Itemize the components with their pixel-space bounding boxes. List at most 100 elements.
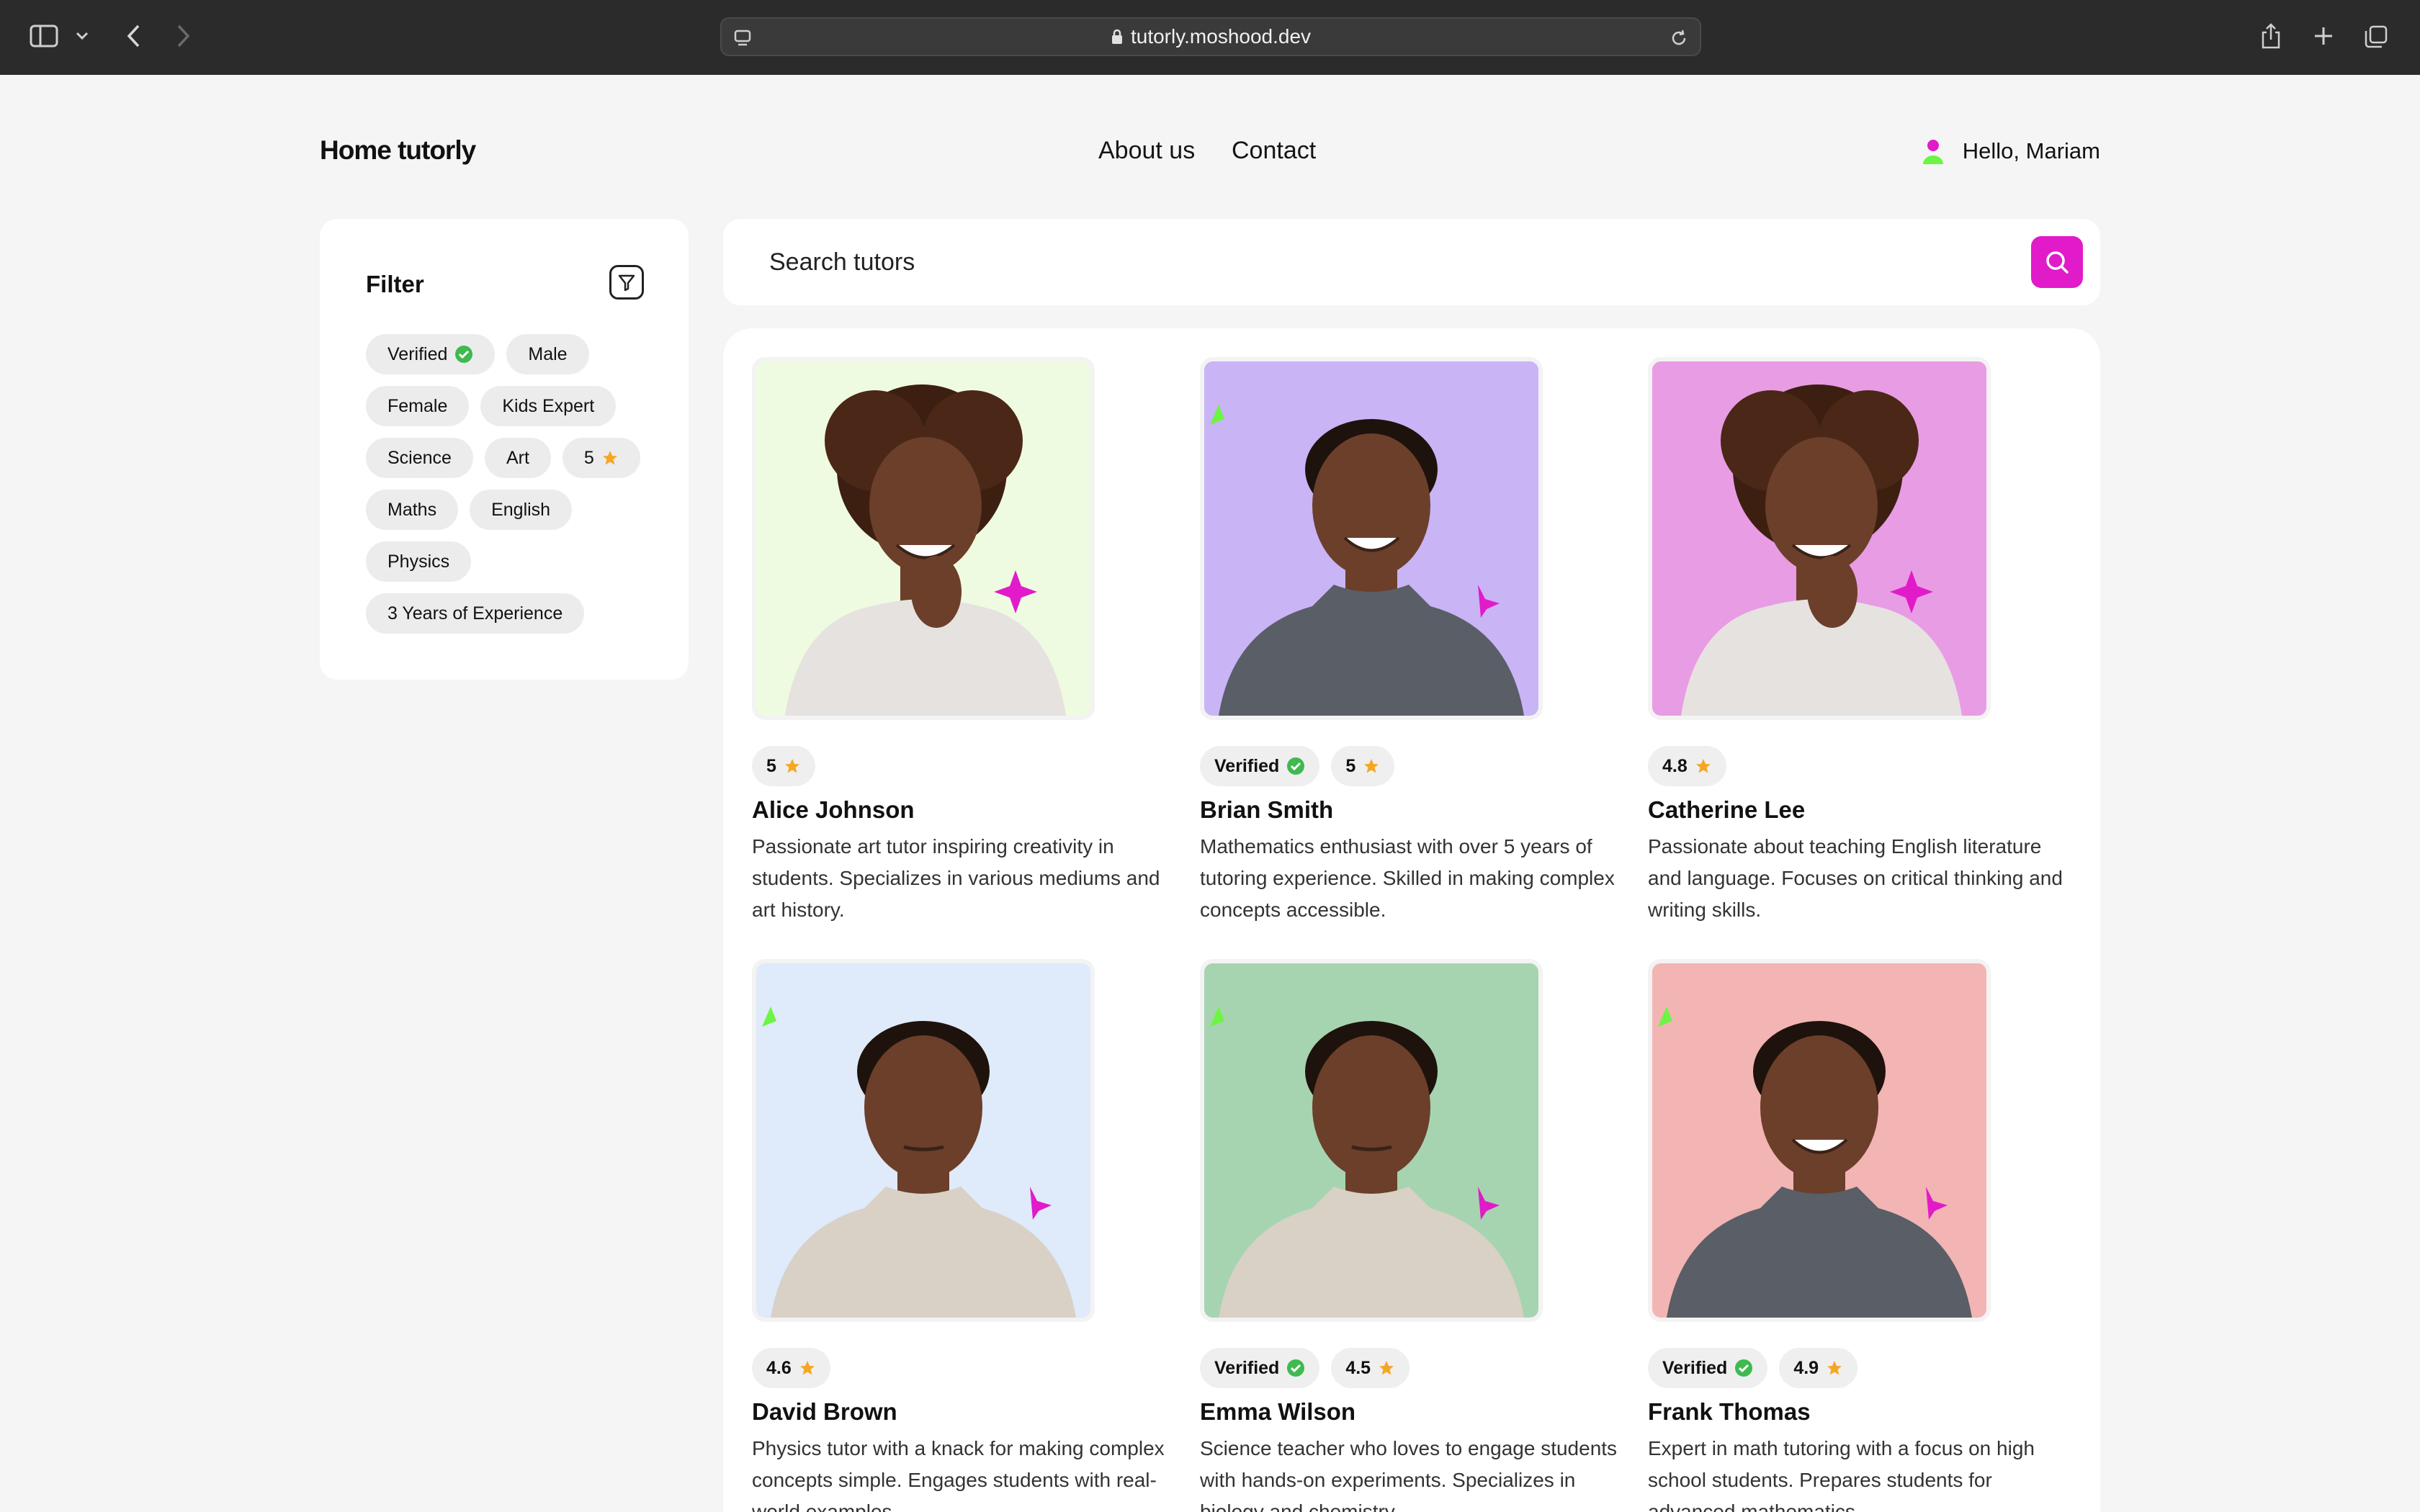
verified-check-icon: [1735, 1359, 1753, 1377]
tutor-portrait: [1658, 1007, 1972, 1318]
tutor-card[interactable]: 4.8 Catherine Lee Passionate about teachin…: [1648, 357, 2066, 926]
tutor-badges: Verified 4.5: [1200, 1348, 1618, 1388]
page-menu-icon[interactable]: [732, 27, 753, 49]
back-icon[interactable]: [121, 22, 145, 50]
tutor-description: Science teacher who loves to engage stud…: [1200, 1437, 1618, 1512]
tutor-name[interactable]: David Brown: [752, 1398, 1170, 1426]
tutor-badges: 4.8: [1648, 746, 2066, 786]
search-button[interactable]: [2031, 236, 2083, 288]
tutor-name[interactable]: Emma Wilson: [1200, 1398, 1618, 1426]
filter-chip-label: Kids Expert: [502, 395, 595, 416]
star-icon: [1695, 759, 1711, 773]
star-icon: [799, 1361, 815, 1375]
chevron-down-icon[interactable]: [72, 26, 92, 46]
filter-chip-label: English: [491, 499, 551, 520]
tutor-photo[interactable]: [1200, 357, 1543, 720]
rating-value: 4.8: [1662, 755, 1688, 776]
filter-chip-label: Science: [387, 447, 452, 468]
filter-icon[interactable]: [609, 265, 644, 300]
tutor-description: Expert in math tutoring with a focus on …: [1648, 1437, 2035, 1512]
tutor-portrait: [1210, 1007, 1524, 1318]
filter-chip[interactable]: English: [470, 490, 573, 530]
new-tab-icon[interactable]: [2311, 23, 2336, 49]
tutor-photo[interactable]: [1200, 959, 1543, 1322]
tutor-photo[interactable]: [1648, 357, 1991, 720]
tutor-photo[interactable]: [752, 357, 1095, 720]
share-icon[interactable]: [2259, 20, 2283, 52]
tab-overview-icon[interactable]: [2362, 23, 2390, 50]
user-greeting: Hello, Mariam: [1962, 138, 2100, 163]
rating-value: 4.9: [1793, 1357, 1819, 1378]
filter-chip[interactable]: Maths: [366, 490, 459, 530]
filter-chip[interactable]: Male: [506, 334, 589, 374]
tutor-name[interactable]: Frank Thomas: [1648, 1398, 2066, 1426]
rating-badge: 4.9: [1779, 1348, 1858, 1388]
verified-label: Verified: [1214, 755, 1280, 776]
filter-chip-label: 5: [583, 447, 594, 468]
tutor-name[interactable]: Brian Smith: [1200, 796, 1618, 824]
filter-chip[interactable]: 5: [562, 438, 640, 478]
filter-chip-label: Maths: [387, 499, 437, 520]
verified-badge: Verified: [1200, 1348, 1320, 1388]
verified-badge: Verified: [1200, 746, 1320, 786]
filter-chip-label: Female: [387, 395, 448, 416]
star-icon: [602, 451, 617, 465]
site-logo[interactable]: Home tutorly: [320, 135, 476, 166]
tutor-portrait: [1210, 405, 1524, 716]
rating-badge: 5: [752, 746, 815, 786]
filter-chip[interactable]: Verified: [366, 334, 496, 374]
tutor-card[interactable]: Verified 4.5 Emma Wilson Science teacher wh…: [1200, 959, 1618, 1512]
search-icon: [2046, 251, 2069, 274]
star-icon: [784, 759, 799, 773]
nav-contact[interactable]: Contact: [1232, 137, 1316, 165]
tutor-badges: Verified 5: [1200, 746, 1618, 786]
filter-chip-label: 3 Years of Experience: [387, 603, 563, 624]
tutor-badges: 5: [752, 746, 1170, 786]
search-input[interactable]: [769, 238, 1922, 287]
sidebar-toggle-icon[interactable]: [29, 23, 59, 49]
tutor-photo[interactable]: [752, 959, 1095, 1322]
search-bar: [723, 219, 2100, 305]
verified-check-icon: [455, 346, 473, 363]
forward-icon[interactable]: [171, 22, 196, 50]
user-menu[interactable]: Hello, Mariam: [1921, 137, 2100, 166]
user-avatar-icon: [1921, 137, 1945, 166]
tutor-results: 5 Alice Johnson Passionate art tutor inspi…: [723, 328, 2100, 1512]
tutor-photo[interactable]: [1648, 959, 1991, 1322]
filter-chip[interactable]: Kids Expert: [480, 386, 617, 426]
rating-value: 5: [1345, 755, 1356, 776]
reload-icon[interactable]: [1668, 27, 1690, 49]
tutor-badges: Verified 4.9: [1648, 1348, 2066, 1388]
star-icon: [1379, 1361, 1394, 1375]
lock-icon: [1111, 29, 1122, 44]
filter-chip[interactable]: Art: [484, 438, 551, 478]
tutor-card[interactable]: Verified 4.9 Frank Thomas Expert in math tu…: [1648, 959, 2066, 1512]
tutor-card[interactable]: 4.6 David Brown Physics tutor with a knack…: [752, 959, 1170, 1512]
filter-chip[interactable]: 3 Years of Experience: [366, 593, 585, 634]
star-icon: [1364, 759, 1379, 773]
rating-value: 4.6: [766, 1357, 792, 1378]
verified-badge: Verified: [1648, 1348, 1768, 1388]
address-bar[interactable]: tutorly.moshood.dev: [720, 17, 1701, 56]
tutor-badges: 4.6: [752, 1348, 1170, 1388]
tutor-name[interactable]: Alice Johnson: [752, 796, 1170, 824]
browser-toolbar: tutorly.moshood.dev: [0, 0, 2420, 75]
filter-chip[interactable]: Physics: [366, 541, 472, 582]
tutor-name[interactable]: Catherine Lee: [1648, 796, 2066, 824]
filter-chip-label: Male: [528, 343, 568, 364]
tutor-portrait: [785, 384, 1066, 716]
tutor-description: Passionate about teaching English litera…: [1648, 835, 2063, 921]
filter-chip[interactable]: Female: [366, 386, 470, 426]
tutor-portrait: [1681, 384, 1962, 716]
tutor-portrait: [762, 1007, 1076, 1318]
url-text: tutorly.moshood.dev: [1111, 25, 1311, 48]
tutor-card[interactable]: Verified 5 Brian Smith Mathematics enthusia…: [1200, 357, 1618, 926]
filter-chip[interactable]: Science: [366, 438, 473, 478]
rating-badge: 4.8: [1648, 746, 1726, 786]
tutor-card[interactable]: 5 Alice Johnson Passionate art tutor inspi…: [752, 357, 1170, 926]
nav-about-us[interactable]: About us: [1098, 137, 1195, 165]
filter-title: Filter: [366, 271, 424, 297]
filter-chips: Verified Male Female Kids Expert Science Art 5…: [366, 334, 654, 634]
filter-chip-label: Physics: [387, 551, 450, 572]
verified-check-icon: [1287, 1359, 1305, 1377]
